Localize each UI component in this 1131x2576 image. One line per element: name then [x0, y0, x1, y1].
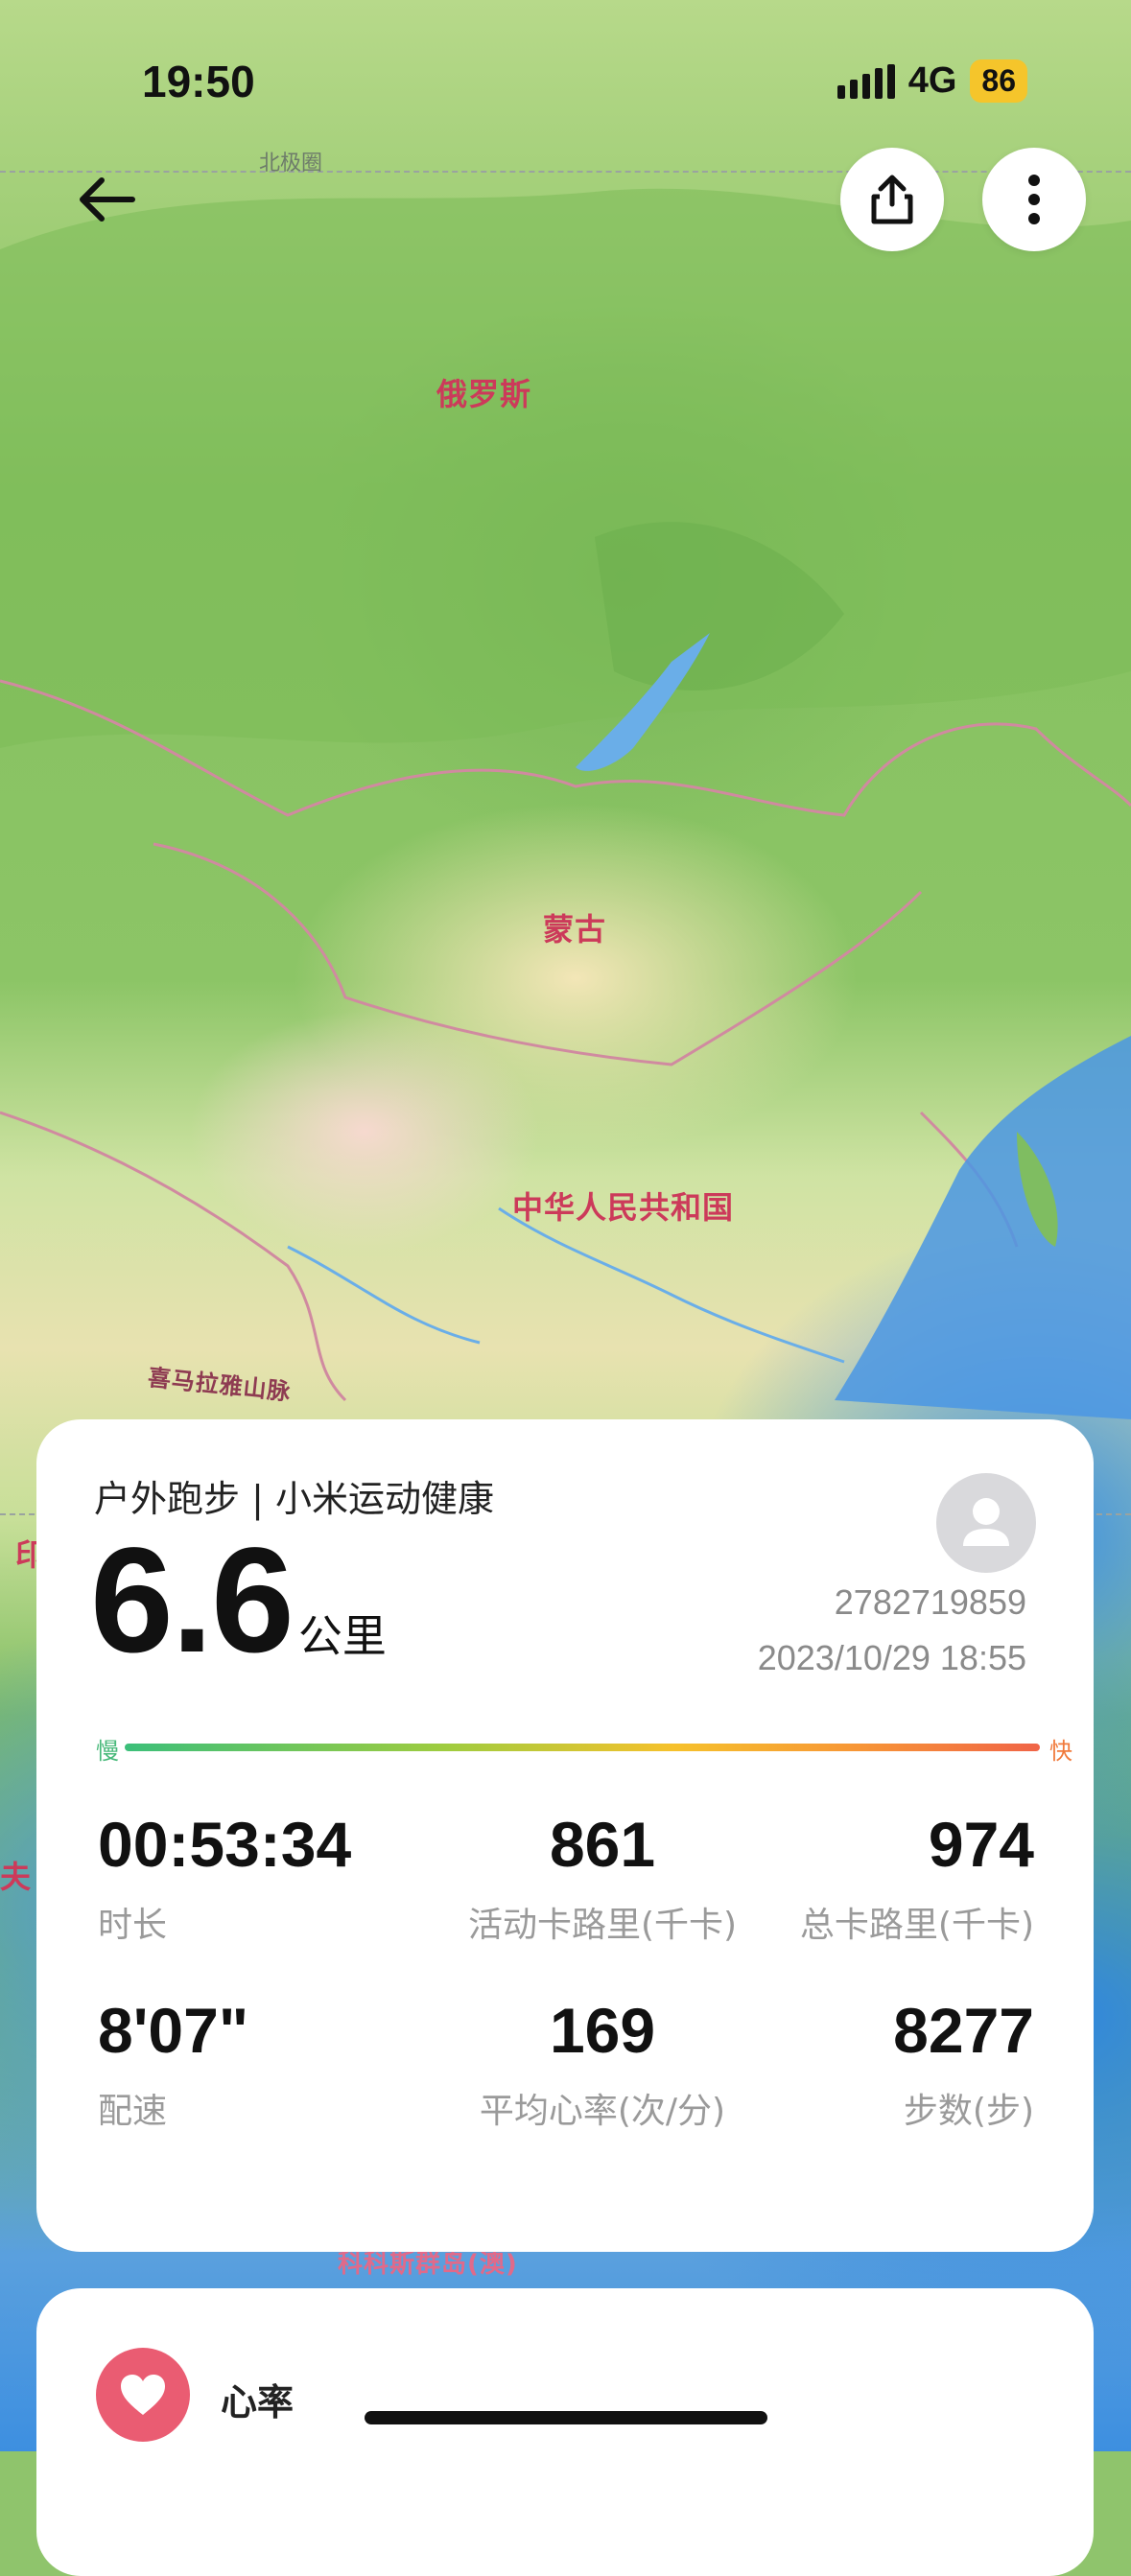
status-time: 19:50	[142, 57, 255, 106]
distance: 6.6 公里	[90, 1515, 387, 1687]
heart-rate-card[interactable]: 心率	[36, 2288, 1094, 2576]
share-icon	[871, 175, 913, 224]
pace-slow-label: 慢	[96, 1738, 119, 1765]
heart-badge	[96, 2348, 190, 2442]
sport-title: 户外跑步 | 小米运动健康	[94, 1478, 494, 1520]
avatar[interactable]	[936, 1473, 1036, 1573]
back-button[interactable]	[75, 171, 142, 228]
pace-gradient-bar	[125, 1744, 1040, 1751]
stat-total-calories: 974 总卡路里(千卡)	[800, 1813, 1034, 1947]
network-type: 4G	[907, 60, 957, 101]
map-label-partial: 夫	[0, 1859, 33, 1895]
stat-label: 平均心率(次/分)	[479, 2092, 726, 2131]
stat-label: 活动卡路里(千卡)	[467, 1906, 738, 1945]
back-arrow-icon	[80, 177, 135, 222]
more-button[interactable]	[982, 148, 1086, 251]
home-indicator[interactable]	[365, 2411, 767, 2424]
share-button[interactable]	[840, 148, 944, 251]
more-vertical-icon	[1028, 175, 1040, 224]
map-label-arctic: 北极圈	[259, 152, 323, 176]
map-label-mongolia: 蒙古	[543, 911, 607, 948]
map-label-russia: 俄罗斯	[436, 376, 532, 412]
stat-value: 861	[549, 1809, 656, 1880]
stat-value: 00:53:34	[98, 1809, 352, 1880]
distance-value: 6.6	[90, 1517, 295, 1684]
status-icons: 4G 86	[836, 59, 1027, 103]
workout-summary-card: 户外跑步 | 小米运动健康 6.6 公里 2782719859 2023/10/…	[36, 1419, 1094, 2252]
stat-duration: 00:53:34 时长	[98, 1813, 351, 1947]
user-icon	[963, 1498, 1009, 1546]
stat-active-calories: 861 活动卡路里(千卡)	[372, 1813, 833, 1947]
arctic-circle-line	[0, 171, 1131, 173]
stat-label: 步数(步)	[903, 2092, 1034, 2131]
stat-label: 时长	[98, 1906, 168, 1945]
pace-legend: 慢 快	[96, 1732, 1072, 1765]
stat-avg-heart-rate: 169 平均心率(次/分)	[372, 1999, 833, 2133]
stat-value: 974	[928, 1809, 1034, 1880]
map-label-china: 中华人民共和国	[512, 1189, 735, 1226]
distance-unit: 公里	[297, 1610, 387, 1662]
stat-value: 8277	[893, 1995, 1034, 2066]
stat-label: 配速	[98, 2092, 168, 2131]
stat-pace: 8'07" 配速	[98, 1999, 248, 2133]
heart-rate-title: 心率	[221, 2381, 295, 2424]
stat-value: 169	[549, 1995, 656, 2066]
stat-label: 总卡路里(千卡)	[799, 1906, 1034, 1945]
workout-datetime: 2023/10/29 18:55	[757, 1638, 1026, 1677]
stat-value: 8'07"	[98, 1995, 249, 2066]
pace-fast-label: 快	[1049, 1738, 1072, 1765]
stat-steps: 8277 步数(步)	[893, 1999, 1034, 2133]
heart-icon	[121, 2375, 165, 2415]
signal-icon	[836, 63, 895, 99]
battery-indicator: 86	[970, 59, 1027, 103]
user-id: 2782719859	[834, 1582, 1026, 1622]
